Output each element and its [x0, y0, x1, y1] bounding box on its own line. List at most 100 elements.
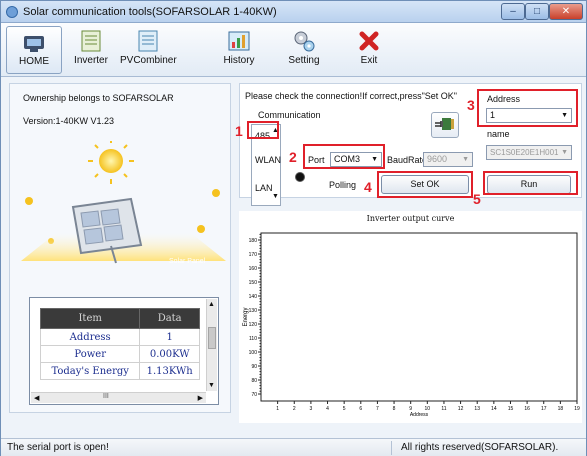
y-tick-label: 160	[249, 266, 258, 272]
x-tick-label: 3	[310, 406, 313, 412]
x-tick-label: 1	[276, 406, 279, 412]
toolbar-setting-button[interactable]: Setting	[276, 26, 332, 74]
app-icon	[6, 6, 18, 18]
ownership-text: Ownership belongs to SOFARSOLAR	[23, 93, 174, 103]
toolbar-pvcombiner-label: PVCombiner	[120, 55, 177, 66]
communication-label: Communication	[258, 110, 321, 120]
minimize-button[interactable]: –	[501, 3, 525, 20]
x-tick-label: 17	[541, 406, 547, 412]
scroll-grip[interactable]: III	[103, 393, 109, 400]
solar-panel-illustration: Solar Panel	[21, 141, 226, 265]
scroll-down-icon[interactable]: ▼	[208, 382, 215, 389]
table-cell: 1.13KWh	[139, 362, 200, 380]
table-row: Power 0.00KW	[39, 345, 200, 363]
version-text: Version:1-40KW V1.23	[23, 116, 115, 126]
chevron-down-icon: ▼	[561, 149, 568, 156]
x-tick-label: 16	[524, 406, 530, 412]
callout-box-2	[303, 144, 385, 169]
toolbar-home-button[interactable]: HOME	[6, 26, 62, 74]
data-table-box: Item Data Address 1 Power 0.00KW Today's…	[29, 297, 219, 405]
callout-box-4	[377, 171, 473, 198]
table-horizontal-scrollbar[interactable]: ◀ III ▶	[31, 392, 206, 403]
chart-plot: 7080901001101201301401501601701801 2 3 4 5 6 7…	[243, 232, 580, 418]
mode-wlan-option[interactable]: WLAN	[255, 155, 281, 165]
x-tick-label: 8	[393, 406, 396, 412]
callout-box-3	[477, 89, 578, 127]
status-right-text: All rights reserved(SOFARSOLAR).	[401, 442, 559, 453]
y-tick-label: 70	[251, 392, 257, 398]
toolbar-exit-label: Exit	[360, 55, 378, 66]
exit-icon	[359, 31, 379, 51]
toolbar-history-button[interactable]: History	[211, 26, 267, 74]
toolbar-exit-button[interactable]: Exit	[341, 26, 397, 74]
connection-instruction: Please check the connection!If correct,p…	[245, 91, 457, 101]
baudrate-label: BaudRate	[387, 155, 428, 165]
y-tick-label: 170	[249, 252, 258, 258]
pvcombiner-icon	[138, 30, 158, 52]
y-tick-label: 150	[249, 280, 258, 286]
polling-label: Polling	[329, 180, 357, 190]
chevron-down-icon: ▼	[462, 156, 469, 163]
callout-number-3: 3	[467, 97, 475, 113]
x-tick-label: 19	[574, 406, 580, 412]
output-chart: Inverter output curve 70 80 90 100 110 120 130…	[239, 211, 582, 423]
data-table: Item Data Address 1 Power 0.00KW Today's…	[39, 308, 200, 380]
scroll-thumb[interactable]	[208, 327, 216, 349]
x-tick-label: 18	[558, 406, 564, 412]
x-tick-label: 13	[474, 406, 480, 412]
y-tick-label: 90	[251, 364, 257, 370]
chart-title: Inverter output curve	[366, 214, 455, 223]
x-tick-label: 15	[508, 406, 514, 412]
toolbar-home-label: HOME	[19, 56, 49, 67]
y-tick-label: 100	[249, 350, 258, 356]
y-axis-label: Energy	[243, 307, 249, 326]
history-icon	[228, 31, 250, 51]
name-value: SC1S0E20E1H001	[490, 148, 559, 157]
x-tick-label: 4	[326, 406, 329, 412]
plug-icon	[435, 118, 454, 130]
table-row: Today's Energy 1.13KWh	[39, 362, 200, 380]
callout-number-4: 4	[364, 179, 372, 195]
toolbar: HOME Inverter PVCombiner History Setting…	[1, 23, 586, 77]
name-select[interactable]: SC1S0E20E1H001 ▼	[486, 145, 572, 160]
x-tick-label: 5	[343, 406, 346, 412]
x-tick-label: 11	[441, 406, 446, 412]
scroll-left-icon[interactable]: ◀	[34, 394, 39, 402]
x-tick-label: 2	[293, 406, 296, 412]
connect-plug-button[interactable]	[431, 112, 459, 138]
y-tick-label: 140	[249, 294, 258, 300]
y-tick-label: 110	[249, 336, 257, 342]
list-down-icon[interactable]: ▼	[272, 193, 279, 200]
close-button[interactable]: ✕	[549, 3, 583, 20]
scroll-up-icon[interactable]: ▲	[208, 301, 215, 308]
table-vertical-scrollbar[interactable]: ▲ ▼	[206, 299, 217, 391]
scroll-right-icon[interactable]: ▶	[198, 394, 203, 402]
mode-lan-option[interactable]: LAN	[255, 183, 273, 193]
y-tick-label: 120	[249, 322, 258, 328]
callout-number-2: 2	[289, 149, 297, 165]
baudrate-select[interactable]: 9600 ▼	[423, 152, 473, 167]
y-tick-label: 180	[249, 238, 258, 244]
y-tick-label: 80	[251, 378, 257, 384]
title-bar: Solar communication tools(SOFARSOLAR 1-4…	[1, 1, 586, 23]
maximize-button[interactable]: □	[525, 3, 549, 20]
column-header-data: Data	[139, 308, 200, 329]
x-tick-label: 7	[376, 406, 379, 412]
callout-box-5	[483, 171, 578, 195]
home-icon	[24, 36, 44, 52]
solar-panel-label: Solar Panel	[169, 258, 206, 265]
table-cell: 1	[139, 328, 200, 346]
toolbar-inverter-button[interactable]: Inverter	[63, 26, 119, 74]
polling-indicator-icon	[295, 172, 305, 182]
callout-number-1: 1	[235, 123, 243, 139]
toolbar-pvcombiner-button[interactable]: PVCombiner	[120, 26, 177, 74]
table-row: Address 1	[39, 328, 200, 346]
status-bar: The serial port is open! All rights rese…	[1, 438, 586, 456]
plot-area	[260, 232, 578, 402]
app-window: Solar communication tools(SOFARSOLAR 1-4…	[0, 0, 587, 456]
x-tick-label: 6	[359, 406, 362, 412]
status-separator	[391, 441, 392, 455]
callout-box-1	[247, 121, 279, 139]
baudrate-value: 9600	[427, 154, 448, 164]
callout-number-5: 5	[473, 191, 481, 207]
